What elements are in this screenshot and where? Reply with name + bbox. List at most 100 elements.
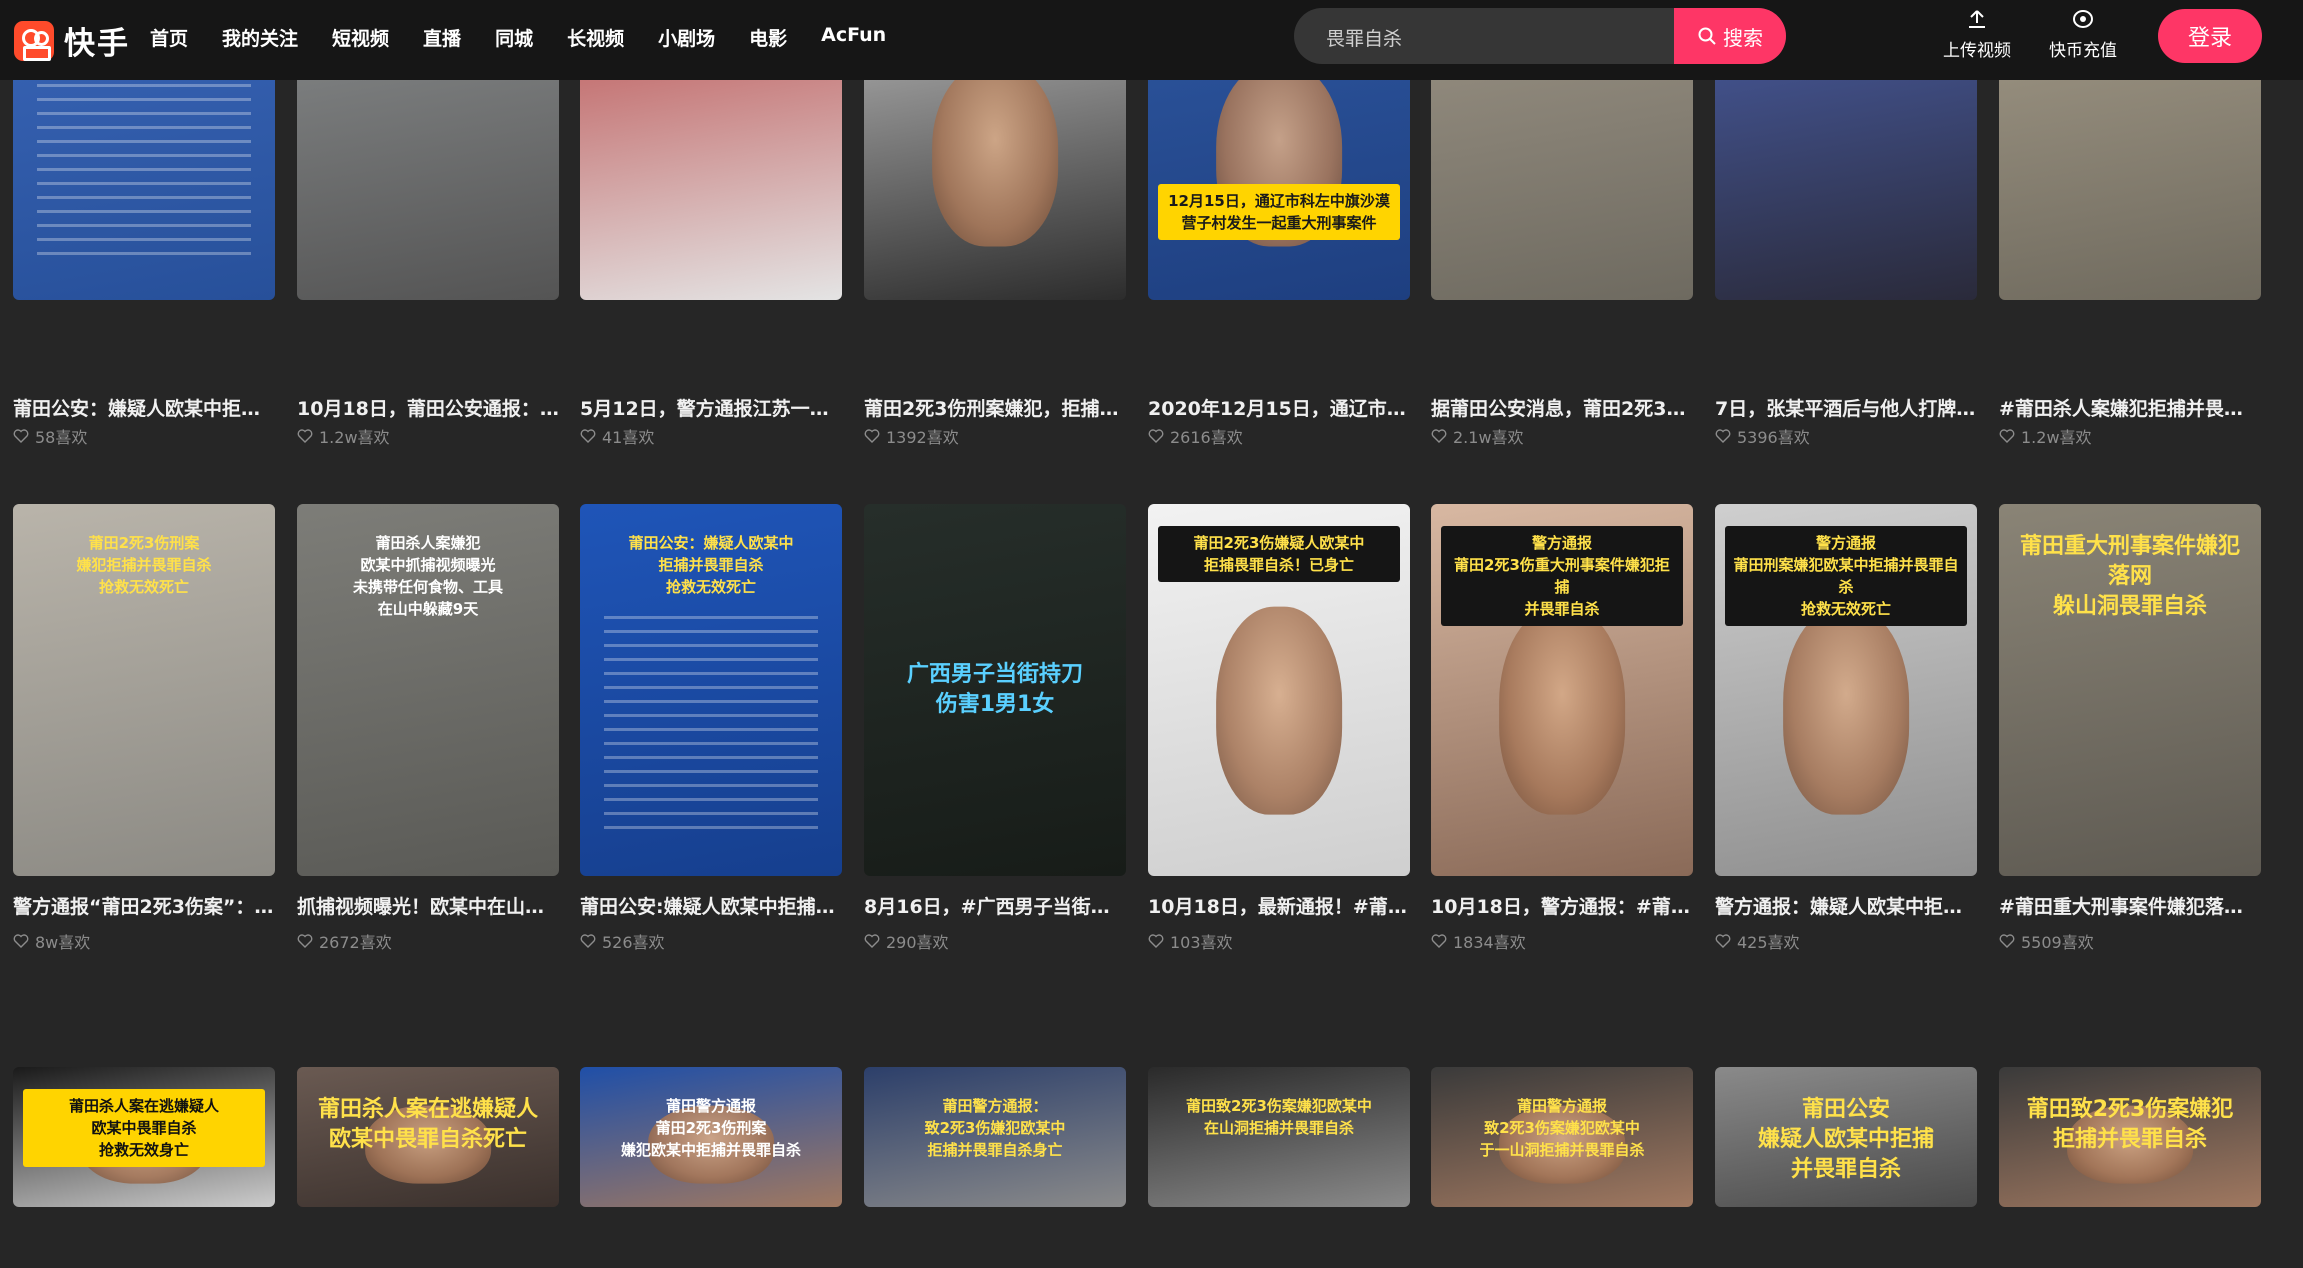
like-count: 2672喜欢 xyxy=(297,929,559,953)
video-thumbnail[interactable]: 莆田警方通报： 致2死3伤嫌犯欧某中 拒捕并畏罪自杀身亡 xyxy=(864,1067,1126,1207)
video-title[interactable]: 莆田公安:嫌疑人欧某中拒捕并畏罪自杀 xyxy=(580,892,842,919)
portrait-image xyxy=(1783,606,1909,815)
kuaishou-logo-icon xyxy=(14,20,54,61)
recharge-button[interactable]: 快币充值 xyxy=(2049,8,2117,61)
search-input[interactable] xyxy=(1294,8,1708,64)
video-card[interactable]: 莆田2死3伤嫌疑人欧某中 拒捕畏罪自杀！已身亡 10月18日，最新通报！#莆田2死… xyxy=(1148,504,1410,953)
video-thumbnail[interactable]: 莆田2死3伤刑案 嫌犯拒捕并畏罪自杀 抢救无效死亡 xyxy=(13,504,275,876)
heart-icon xyxy=(1999,934,2015,948)
video-card[interactable]: 莆田致2死3伤案嫌犯欧某中 在山洞拒捕并畏罪自杀 xyxy=(1148,1067,1410,1207)
thumbnail-caption: 莆田2死3伤嫌疑人欧某中 拒捕畏罪自杀！已身亡 xyxy=(1158,526,1400,582)
search-bar: 搜索 xyxy=(1294,8,1786,64)
video-title[interactable]: 10月18日，最新通报！#莆田2死3伤 xyxy=(1148,892,1410,919)
video-card[interactable]: 莆田警方通报 致2死3伤案嫌犯欧某中 于一山洞拒捕并畏罪自杀 xyxy=(1431,1067,1693,1207)
video-card[interactable]: 莆田杀人案嫌犯 欧某中抓捕视频曝光 未携带任何食物、工具 在山中躲藏9天抓捕视频… xyxy=(297,504,559,953)
video-thumbnail[interactable]: 莆田致2死3伤案嫌犯 拒捕并畏罪自杀 xyxy=(1999,1067,2261,1207)
thumbnail-caption: 莆田杀人案嫌犯 欧某中抓捕视频曝光 未携带任何食物、工具 在山中躲藏9天 xyxy=(352,534,503,618)
coin-icon xyxy=(2073,10,2093,28)
like-count-label: 1.2w喜欢 xyxy=(319,428,390,447)
thumbnail-caption: 莆田警方通报 致2死3伤案嫌犯欧某中 于一山洞拒捕并畏罪自杀 xyxy=(1479,1097,1645,1159)
video-title[interactable]: 抓捕视频曝光！欧某中在山洞中躲藏9天 xyxy=(297,892,559,919)
like-count: 1834喜欢 xyxy=(1431,929,1693,953)
video-thumbnail[interactable]: 莆田致2死3伤案嫌犯欧某中 在山洞拒捕并畏罪自杀 xyxy=(1148,1067,1410,1207)
like-count-label: 5396喜欢 xyxy=(1737,428,1810,447)
nav-item-live[interactable]: 直播 xyxy=(423,24,461,51)
like-count: 1.2w喜欢 xyxy=(297,424,390,448)
video-card[interactable]: 广西男子当街持刀 伤害1男1女 8月16日，#广西男子当街持刀伤害1男1女 290喜… xyxy=(864,504,1126,953)
video-title[interactable]: 10月18日，莆田公安通报：#莆田2死3伤 xyxy=(297,394,559,421)
video-card[interactable]: 莆田杀人案在逃嫌疑人 欧某中畏罪自杀 抢救无效身亡 xyxy=(13,1067,275,1207)
recharge-label: 快币充值 xyxy=(2049,41,2117,61)
video-card[interactable]: 莆田2死3伤刑案 嫌犯拒捕并畏罪自杀 抢救无效死亡警方通报“莆田2死3伤案”：嫌… xyxy=(13,504,275,953)
video-title[interactable]: 据莆田公安消息，莆田2死3伤嫌犯 xyxy=(1431,394,1693,421)
thumbnail-caption: 莆田公安：嫌疑人欧某中 拒捕并畏罪自杀 抢救无效死亡 xyxy=(628,534,794,596)
login-button[interactable]: 登录 xyxy=(2158,9,2262,63)
video-card[interactable]: 莆田公安 嫌疑人欧某中拒捕 并畏罪自杀 xyxy=(1715,1067,1977,1207)
like-count-label: 1.2w喜欢 xyxy=(2021,428,2092,447)
video-card[interactable]: 莆田公安：嫌疑人欧某中 拒捕并畏罪自杀 抢救无效死亡莆田公安:嫌疑人欧某中拒捕并… xyxy=(580,504,842,953)
thumbnail-caption: 莆田致2死3伤案嫌犯 拒捕并畏罪自杀 xyxy=(2026,1097,2234,1152)
video-thumbnail[interactable]: 莆田杀人案嫌犯 欧某中抓捕视频曝光 未携带任何食物、工具 在山中躲藏9天 xyxy=(297,504,559,876)
video-title[interactable]: 莆田2死3伤刑案嫌犯，拒捕并畏罪自杀 xyxy=(864,394,1126,421)
search-button[interactable]: 搜索 xyxy=(1674,8,1786,64)
video-title[interactable]: 警方通报“莆田2死3伤案”：嫌犯拒捕并畏罪自杀 xyxy=(13,892,275,919)
video-thumbnail[interactable]: 莆田公安 嫌疑人欧某中拒捕 并畏罪自杀 xyxy=(1715,1067,1977,1207)
video-title[interactable]: 莆田公安：嫌疑人欧某中拒捕并畏罪自杀 xyxy=(13,394,275,421)
nav-item-long-video[interactable]: 长视频 xyxy=(567,24,624,51)
video-thumbnail[interactable]: 莆田警方通报 莆田2死3伤刑案 嫌犯欧某中拒捕并畏罪自杀 xyxy=(580,1067,842,1207)
video-thumbnail[interactable]: 莆田杀人案在逃嫌疑人 欧某中畏罪自杀 抢救无效身亡 xyxy=(13,1067,275,1207)
like-count-label: 1392喜欢 xyxy=(886,428,959,447)
video-card[interactable]: 莆田警方通报 莆田2死3伤刑案 嫌犯欧某中拒捕并畏罪自杀 xyxy=(580,1067,842,1207)
nav-item-acfun[interactable]: AcFun xyxy=(821,24,886,51)
video-title[interactable]: #莆田重大刑事案件嫌犯落网 躲山洞畏罪自杀 xyxy=(1999,892,2261,919)
heart-icon xyxy=(1148,429,1164,443)
nav-item-home[interactable]: 首页 xyxy=(150,24,188,51)
video-thumbnail[interactable]: 警方通报 莆田2死3伤重大刑事案件嫌犯拒捕 并畏罪自杀 xyxy=(1431,504,1693,876)
heart-icon xyxy=(580,934,596,948)
thumbnail-caption: 莆田警方通报 莆田2死3伤刑案 嫌犯欧某中拒捕并畏罪自杀 xyxy=(620,1097,801,1159)
video-title[interactable]: #莆田杀人案嫌犯拒捕并畏罪自杀 xyxy=(1999,394,2261,421)
video-card[interactable]: 莆田警方通报： 致2死3伤嫌犯欧某中 拒捕并畏罪自杀身亡 xyxy=(864,1067,1126,1207)
like-count: 526喜欢 xyxy=(580,929,842,953)
nav-item-local[interactable]: 同城 xyxy=(495,24,533,51)
video-title[interactable]: 7日，张某平酒后与他人打牌…… xyxy=(1715,394,1977,421)
nav-item-short-video[interactable]: 短视频 xyxy=(332,24,389,51)
nav-item-following[interactable]: 我的关注 xyxy=(222,24,298,51)
thumbnail-caption: 警方通报 莆田2死3伤重大刑事案件嫌犯拒捕 并畏罪自杀 xyxy=(1441,526,1683,626)
video-thumbnail[interactable]: 警方通报 莆田刑案嫌犯欧某中拒捕并畏罪自杀 抢救无效死亡 xyxy=(1715,504,1977,876)
heart-icon xyxy=(864,429,880,443)
video-thumbnail[interactable]: 莆田2死3伤嫌疑人欧某中 拒捕畏罪自杀！已身亡 xyxy=(1148,504,1410,876)
kuaishou-logo[interactable]: 快手 xyxy=(14,18,130,63)
video-title[interactable]: 警方通报：嫌疑人欧某中拒捕并畏罪自杀 xyxy=(1715,892,1977,919)
video-title[interactable]: 5月12日，警方通报江苏一男子…… xyxy=(580,394,842,421)
video-thumbnail[interactable]: 广西男子当街持刀 伤害1男1女 xyxy=(864,504,1126,876)
video-thumbnail[interactable]: 莆田公安：嫌疑人欧某中 拒捕并畏罪自杀 抢救无效死亡 xyxy=(580,504,842,876)
like-count-label: 425喜欢 xyxy=(1737,933,1800,952)
thumbnail-caption: 莆田2死3伤刑案 嫌犯拒捕并畏罪自杀 抢救无效死亡 xyxy=(76,534,212,596)
video-thumbnail[interactable]: 莆田警方通报 致2死3伤案嫌犯欧某中 于一山洞拒捕并畏罪自杀 xyxy=(1431,1067,1693,1207)
heart-icon xyxy=(1431,429,1447,443)
heart-icon xyxy=(1999,429,2015,443)
like-count-label: 41喜欢 xyxy=(602,428,655,447)
video-title[interactable]: 2020年12月15日，通辽市科左中旗 xyxy=(1148,394,1410,421)
video-card[interactable]: 莆田致2死3伤案嫌犯 拒捕并畏罪自杀 xyxy=(1999,1067,2261,1207)
like-count-label: 1834喜欢 xyxy=(1453,933,1526,952)
notice-document-image xyxy=(603,615,819,832)
video-title[interactable]: 8月16日，#广西男子当街持刀伤害1男1女 xyxy=(864,892,1126,919)
thumbnail-caption: 莆田警方通报： 致2死3伤嫌犯欧某中 拒捕并畏罪自杀身亡 xyxy=(924,1097,1066,1159)
nav-item-movie[interactable]: 电影 xyxy=(749,24,787,51)
thumbnail-caption: 12月15日，通辽市科左中旗沙漠营子村发生一起重大刑事案件 xyxy=(1158,184,1400,240)
like-count: 1.2w喜欢 xyxy=(1999,424,2092,448)
video-card[interactable]: 莆田重大刑事案件嫌犯落网 躲山洞畏罪自杀 #莆田重大刑事案件嫌犯落网 躲山洞畏罪自… xyxy=(1999,504,2261,953)
video-card[interactable]: 警方通报 莆田刑案嫌犯欧某中拒捕并畏罪自杀 抢救无效死亡警方通报：嫌疑人欧某中拒… xyxy=(1715,504,1977,953)
video-thumbnail[interactable]: 莆田重大刑事案件嫌犯落网 躲山洞畏罪自杀 xyxy=(1999,504,2261,876)
like-count-label: 290喜欢 xyxy=(886,933,949,952)
video-card[interactable]: 警方通报 莆田2死3伤重大刑事案件嫌犯拒捕 并畏罪自杀 10月18日，警方通报：#… xyxy=(1431,504,1693,953)
video-thumbnail[interactable]: 莆田杀人案在逃嫌疑人 欧某中畏罪自杀死亡 xyxy=(297,1067,559,1207)
thumbnail-caption: 莆田杀人案在逃嫌疑人 欧某中畏罪自杀 抢救无效身亡 xyxy=(23,1089,265,1167)
thumbnail-caption: 警方通报 莆田刑案嫌犯欧某中拒捕并畏罪自杀 抢救无效死亡 xyxy=(1725,526,1967,626)
video-title[interactable]: 10月18日，警方通报：#莆田2死3伤 xyxy=(1431,892,1693,919)
upload-video-button[interactable]: 上传视频 xyxy=(1943,8,2011,61)
nav-item-mini-drama[interactable]: 小剧场 xyxy=(658,24,715,51)
video-card[interactable]: 莆田杀人案在逃嫌疑人 欧某中畏罪自杀死亡 xyxy=(297,1067,559,1207)
